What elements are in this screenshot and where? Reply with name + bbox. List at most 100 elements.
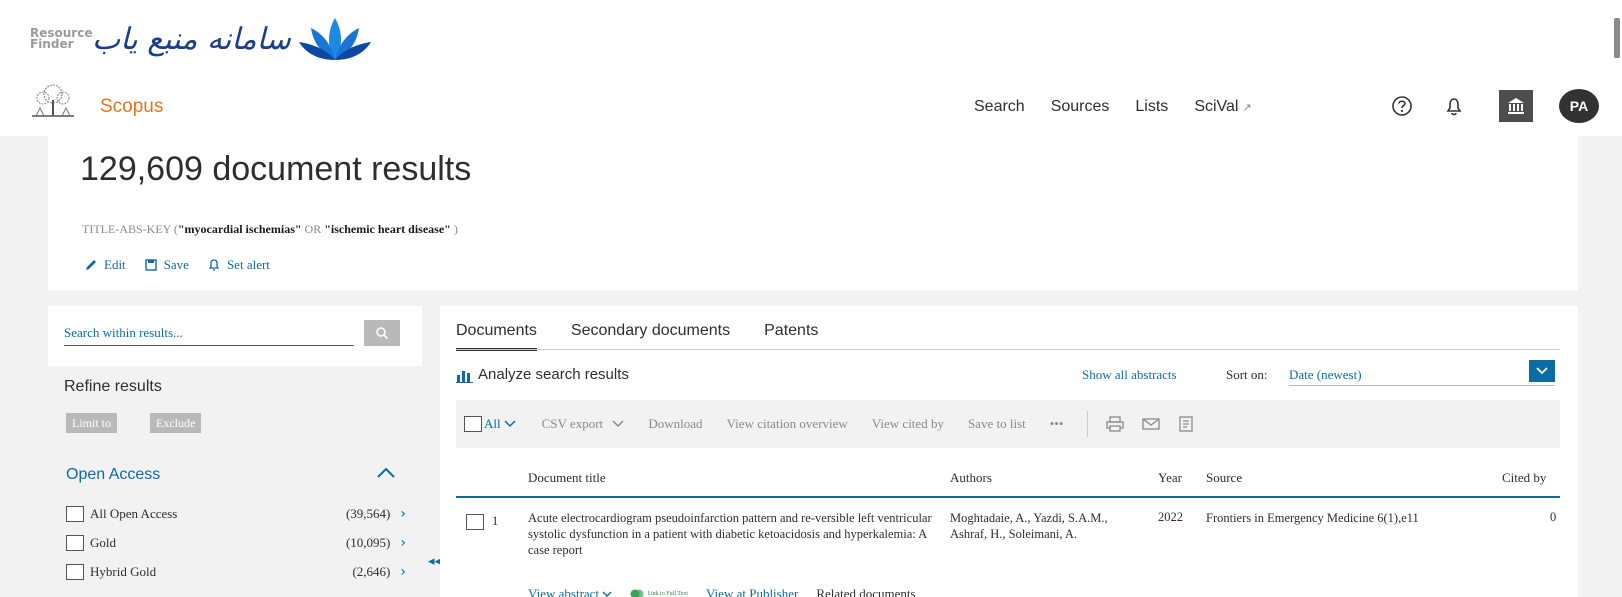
chevron-down-icon (602, 591, 612, 597)
facet-checkbox[interactable] (66, 506, 84, 522)
sort-select[interactable]: Date (newest) (1289, 364, 1555, 386)
row-number: 1 (492, 514, 499, 528)
scopus-logo[interactable]: Scopus (100, 96, 163, 118)
col-authors[interactable]: Authors (950, 470, 992, 486)
facet-count: (39,564) (345, 506, 391, 521)
document-source[interactable]: Frontiers in Emergency Medicine 6(1),e11 (1206, 510, 1466, 526)
query-prefix: TITLE-ABS-KEY ( (82, 222, 178, 236)
facet-checkbox[interactable] (66, 564, 84, 580)
facet-option[interactable]: All Open Access (39,564) › (66, 503, 406, 525)
email-icon[interactable] (1142, 417, 1161, 431)
help-icon[interactable] (1388, 92, 1416, 120)
limit-to-button[interactable]: Limit to (66, 413, 117, 433)
search-within-input[interactable] (64, 320, 354, 346)
facet-option[interactable]: Hybrid Gold (2,646) › (66, 561, 406, 583)
bibliography-icon[interactable] (1178, 416, 1194, 432)
nav-lists[interactable]: Lists (1135, 98, 1168, 116)
persian-brand-name: سامانه منبع یاب (92, 21, 291, 57)
view-citation-overview-button[interactable]: View citation overview (727, 416, 848, 432)
select-all-dropdown[interactable]: All (464, 416, 516, 432)
save-icon (144, 259, 157, 271)
chevron-down-icon[interactable] (1529, 360, 1555, 382)
elsevier-tree-logo[interactable] (24, 80, 82, 122)
save-button[interactable]: Save (144, 257, 189, 273)
search-within-button[interactable] (364, 320, 400, 346)
col-year[interactable]: Year (1158, 470, 1182, 486)
table-row: 1 Acute electrocardiogram pseudoinfarcti… (456, 508, 1560, 568)
cited-by-count[interactable]: 0 (1550, 510, 1556, 525)
facet-count: (10,095) (345, 535, 391, 550)
tab-patents[interactable]: Patents (764, 322, 818, 351)
search-within-panel (48, 306, 422, 366)
view-abstract-label: View abstract (528, 586, 600, 597)
document-authors[interactable]: Moghtadaie, A., Yazdi, S.A.M., Ashraf, H… (950, 510, 1140, 542)
bell-icon (208, 259, 220, 271)
facet-open-access-title[interactable]: Open Access (66, 466, 160, 484)
csv-export-label: CSV export (541, 416, 604, 431)
facet-option[interactable]: Gold (10,095) › (66, 532, 406, 554)
edit-label: Edit (104, 257, 126, 272)
bell-icon[interactable] (1440, 92, 1468, 120)
chevron-up-icon[interactable] (376, 466, 396, 480)
download-button[interactable]: Download (648, 416, 702, 432)
toolbar-divider (1087, 411, 1089, 437)
save-to-list-button[interactable]: Save to list (968, 416, 1026, 432)
set-alert-button[interactable]: Set alert (207, 257, 270, 273)
results-toolbar: All CSV export Download View citation ov… (456, 400, 1560, 448)
related-documents-link[interactable]: Related documents (816, 586, 915, 597)
document-year: 2022 (1158, 510, 1183, 524)
chevron-right-icon[interactable]: › (400, 564, 406, 580)
results-table-header: Document title Authors Year Source Cited… (456, 466, 1560, 498)
exclude-button[interactable]: Exclude (150, 413, 202, 433)
row-checkbox[interactable] (466, 514, 484, 530)
facet-label: Gold (90, 535, 116, 550)
chevron-right-icon[interactable]: › (400, 535, 406, 551)
edit-button[interactable]: Edit (84, 257, 126, 273)
resource-finder-logo[interactable]: Resource Finder سامانه منبع یاب (30, 14, 373, 64)
query-actions: Edit Save Set alert (84, 257, 270, 273)
chevron-right-icon[interactable]: › (400, 506, 406, 522)
facet-label: Hybrid Gold (90, 564, 157, 579)
select-all-checkbox[interactable] (464, 416, 482, 432)
bar-chart-icon (456, 370, 473, 383)
show-all-abstracts-link[interactable]: Show all abstracts (1082, 367, 1177, 383)
page-scrollbar[interactable] (1614, 18, 1620, 58)
row-actions: View abstract Link to Full Text View at … (528, 586, 916, 597)
view-abstract-link[interactable]: View abstract (528, 586, 612, 597)
nav-search[interactable]: Search (974, 98, 1025, 116)
col-document-title[interactable]: Document title (528, 470, 606, 486)
full-text-link[interactable]: Link to Full Text (630, 586, 688, 597)
col-cited-by[interactable]: Cited by (1502, 470, 1546, 486)
col-source[interactable]: Source (1206, 470, 1242, 486)
tab-documents[interactable]: Documents (456, 322, 537, 351)
resource-finder-text: Resource Finder (30, 26, 93, 51)
print-icon[interactable] (1106, 416, 1125, 432)
set-alert-label: Set alert (226, 257, 270, 272)
chevron-down-icon (612, 420, 624, 428)
search-icon (376, 327, 389, 340)
csv-export-button[interactable]: CSV export (542, 416, 625, 432)
query-operator: OR (301, 222, 325, 236)
facet-label: All Open Access (90, 506, 178, 521)
document-title-link[interactable]: Acute electrocardiogram pseudoinfarction… (528, 510, 936, 558)
chevron-down-icon (504, 420, 516, 428)
pencil-icon (86, 260, 96, 270)
user-avatar[interactable]: PA (1559, 89, 1599, 123)
institution-icon[interactable] (1499, 90, 1533, 122)
nav-sources[interactable]: Sources (1051, 98, 1110, 116)
result-tabs: Documents Secondary documents Patents (456, 322, 852, 351)
facet-checkbox[interactable] (66, 535, 84, 551)
more-options-button[interactable]: ••• (1050, 416, 1064, 432)
view-cited-by-button[interactable]: View cited by (872, 416, 944, 432)
query-term-1: "myocardial ischemias" (177, 222, 302, 236)
external-link-icon: ↗ (1242, 102, 1252, 114)
tab-secondary-documents[interactable]: Secondary documents (571, 322, 730, 351)
search-query: TITLE-ABS-KEY ("myocardial ischemias" OR… (82, 222, 458, 237)
view-at-publisher-link[interactable]: View at Publisher (706, 586, 798, 597)
analyze-results-link[interactable]: Analyze search results (456, 366, 629, 383)
results-count-title: 129,609 document results (80, 150, 472, 188)
nav-scival[interactable]: SciVal ↗ (1194, 98, 1251, 116)
full-text-icon (630, 589, 644, 597)
refine-results-title: Refine results (64, 378, 162, 395)
tabs-divider (456, 349, 1560, 350)
